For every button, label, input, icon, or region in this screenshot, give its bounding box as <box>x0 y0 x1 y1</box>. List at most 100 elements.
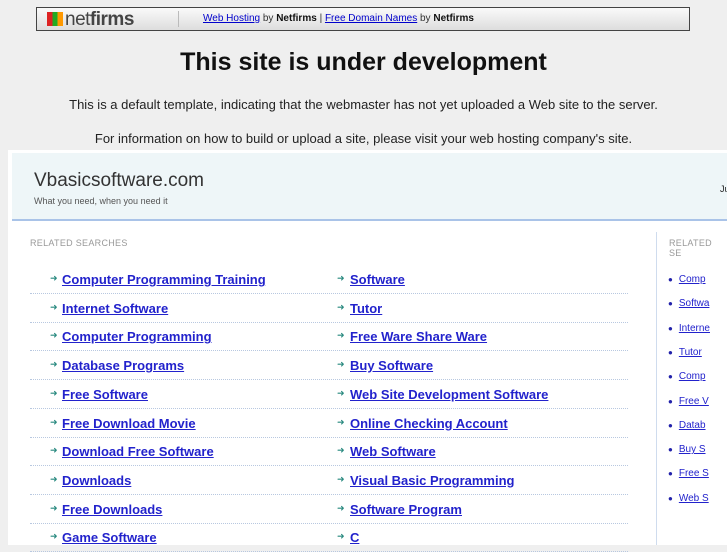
table-row: ➜ Download Free Software ➜ Web Software <box>30 437 628 467</box>
list-item: ● Comp <box>668 274 706 285</box>
brand-text: Netfirms <box>276 13 317 24</box>
netfirms-logo-icon <box>47 12 63 26</box>
related-search-link[interactable]: Web Software <box>350 444 436 459</box>
bullet-icon: ● <box>668 299 673 309</box>
netfirms-logo[interactable]: netfirms <box>47 9 134 31</box>
list-item: ● Buy S <box>668 444 706 455</box>
list-item: ● Free S <box>668 468 709 479</box>
related-link[interactable]: Softwa <box>679 298 710 309</box>
arrow-icon: ➜ <box>50 330 58 341</box>
by-text: by <box>262 13 274 24</box>
list-item: ● Interne <box>668 323 710 334</box>
table-row: ➜ Database Programs ➜ Buy Software <box>30 351 628 381</box>
related-search-link[interactable]: Game Software <box>62 530 157 545</box>
related-searches-label: RELATED SEARCHES <box>30 238 128 248</box>
bullet-icon: ● <box>668 323 673 333</box>
bullet-icon: ● <box>668 445 673 455</box>
related-link[interactable]: Web S <box>679 493 709 504</box>
logo-text: net <box>65 9 90 30</box>
bullet-icon: ● <box>668 420 673 430</box>
page-title: This site is under development <box>180 48 547 76</box>
related-search-link[interactable]: Tutor <box>350 301 382 316</box>
arrow-icon: ➜ <box>50 301 58 312</box>
free-domain-names-link[interactable]: Free Domain Names <box>325 13 417 24</box>
related-search-link[interactable]: Online Checking Account <box>350 416 508 431</box>
arrow-icon: ➜ <box>337 531 345 542</box>
bullet-icon: ● <box>668 372 673 382</box>
list-item: ● Comp <box>668 371 706 382</box>
related-search-link[interactable]: Software Program <box>350 502 462 517</box>
arrow-icon: ➜ <box>50 359 58 370</box>
arrow-icon: ➜ <box>337 473 345 484</box>
table-row: ➜ Game Software ➜ C <box>30 523 628 552</box>
info-text: For information on how to build or uploa… <box>94 131 633 146</box>
column-divider <box>656 232 657 545</box>
list-item: ● Web S <box>668 493 709 504</box>
bullet-icon: ● <box>668 347 673 357</box>
bullet-icon: ● <box>668 275 673 284</box>
related-link[interactable]: Buy S <box>679 444 706 455</box>
related-search-link[interactable]: Free Download Movie <box>62 416 196 431</box>
arrow-icon: ➜ <box>337 330 345 341</box>
related-link[interactable]: Free S <box>679 468 709 479</box>
arrow-icon: ➜ <box>337 502 345 513</box>
info-text: This is a default template, indicating t… <box>69 97 658 112</box>
arrow-icon: ➜ <box>50 416 58 427</box>
parked-page: Vbasicsoftware.com What you need, when y… <box>8 150 727 552</box>
brand-text: Netfirms <box>433 13 474 24</box>
bullet-icon: ● <box>668 469 673 479</box>
arrow-icon: ➜ <box>50 473 58 484</box>
related-search-link[interactable]: Web Site Development Software <box>350 387 548 402</box>
related-link[interactable]: Interne <box>679 323 710 334</box>
table-row: ➜ Downloads ➜ Visual Basic Programming <box>30 466 628 495</box>
banner-links: Web Hosting by Netfirms | Free Domain Na… <box>203 13 474 24</box>
related-link[interactable]: Tutor <box>679 347 702 358</box>
related-search-link[interactable]: Buy Software <box>350 358 433 373</box>
logo-text-bold: firms <box>89 9 134 30</box>
related-searches-label-right: RELATED SE <box>669 238 712 258</box>
separator: | <box>319 13 323 24</box>
related-search-link[interactable]: Free Software <box>62 387 148 402</box>
site-name[interactable]: Vbasicsoftware.com <box>34 170 204 192</box>
related-link[interactable]: Datab <box>679 420 706 431</box>
by-text: by <box>420 13 431 24</box>
related-search-link[interactable]: Database Programs <box>62 358 184 373</box>
table-row: ➜ Internet Software ➜ Tutor <box>30 294 628 323</box>
arrow-icon: ➜ <box>50 273 58 283</box>
related-search-link[interactable]: Software <box>350 272 405 287</box>
bullet-icon: ● <box>668 493 673 503</box>
table-row: ➜ Free Download Movie ➜ Online Checking Acc… <box>30 409 628 438</box>
arrow-icon: ➜ <box>337 445 345 456</box>
arrow-icon: ➜ <box>337 416 345 427</box>
related-search-link[interactable]: Visual Basic Programming <box>350 473 515 488</box>
netfirms-banner: netfirms Web Hosting by Netfirms | Free … <box>36 7 690 31</box>
related-search-link[interactable]: Computer Programming <box>62 329 212 344</box>
related-search-link[interactable]: Internet Software <box>62 301 168 316</box>
related-link[interactable]: Free V <box>679 396 709 407</box>
arrow-icon: ➜ <box>337 387 345 398</box>
related-search-link[interactable]: Downloads <box>62 473 131 488</box>
arrow-icon: ➜ <box>337 301 345 312</box>
related-search-link[interactable]: Free Downloads <box>62 502 162 517</box>
related-search-link[interactable]: C <box>350 530 359 545</box>
arrow-icon: ➜ <box>50 502 58 513</box>
web-hosting-link[interactable]: Web Hosting <box>203 13 260 24</box>
related-link[interactable]: Comp <box>679 274 706 285</box>
site-tagline: What you need, when you need it <box>34 196 168 206</box>
arrow-icon: ➜ <box>50 445 58 456</box>
related-search-link[interactable]: Computer Programming Training <box>62 272 266 287</box>
arrow-icon: ➜ <box>50 531 58 542</box>
table-row: ➜ Computer Programming ➜ Free Ware Share Wa… <box>30 322 628 352</box>
list-item: ● Free V <box>668 396 709 407</box>
table-row: ➜ Computer Programming Training ➜ Software <box>30 265 628 294</box>
list-item: ● Datab <box>668 420 706 431</box>
table-row: ➜ Free Software ➜ Web Site Development Soft… <box>30 380 628 409</box>
related-link[interactable]: Comp <box>679 371 706 382</box>
related-search-link[interactable]: Download Free Software <box>62 444 214 459</box>
table-row: ➜ Free Downloads ➜ Software Program <box>30 495 628 524</box>
arrow-icon: ➜ <box>337 359 345 370</box>
list-item: ● Softwa <box>668 298 709 309</box>
arrow-icon: ➜ <box>337 273 345 283</box>
related-search-link[interactable]: Free Ware Share Ware <box>350 329 487 344</box>
header-right-text: Ju <box>720 184 727 194</box>
